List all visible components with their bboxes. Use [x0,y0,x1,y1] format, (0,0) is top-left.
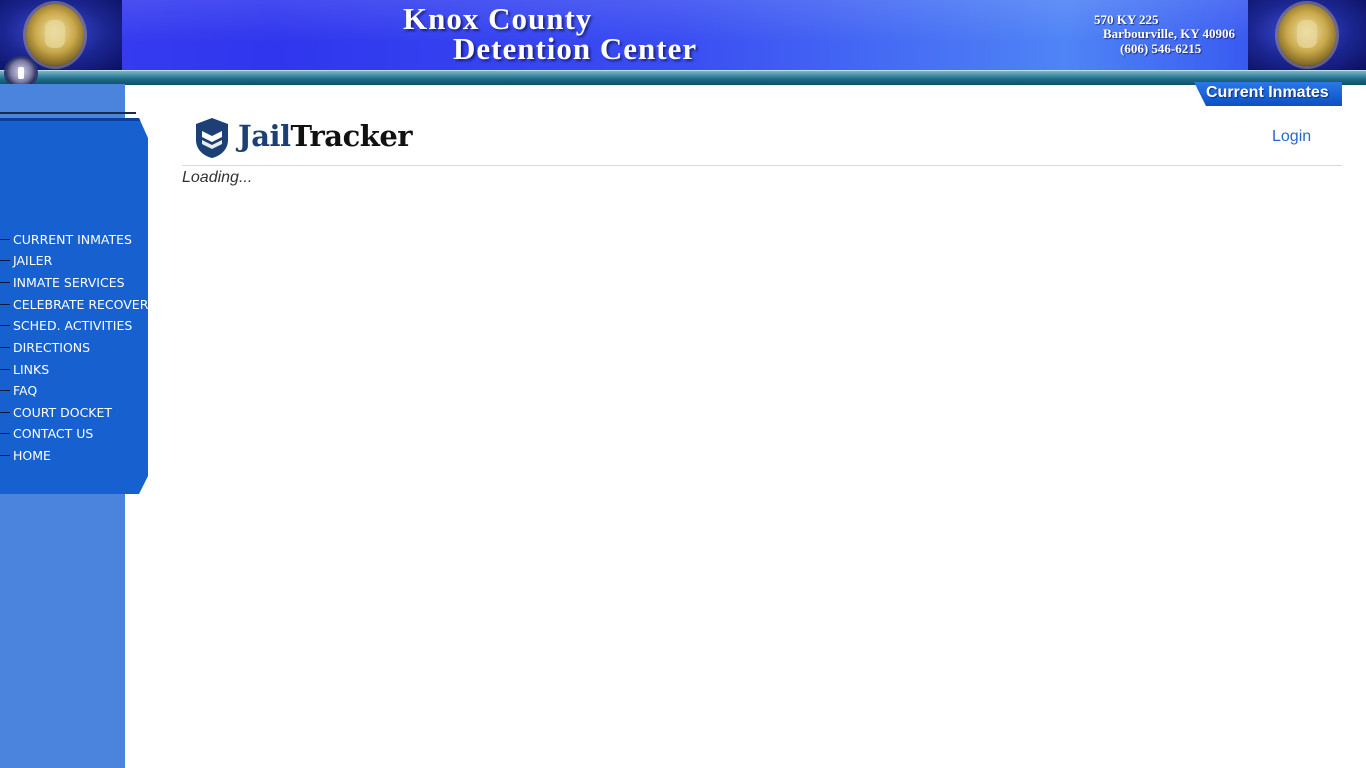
sidebar-item-contact-us[interactable]: CONTACT US [0,424,93,444]
logo-text-jail: Jail [238,119,291,153]
sidebar-item-court-docket[interactable]: COURT DOCKET [0,403,112,423]
header-divider-strip [0,70,1366,85]
sidebar-item-label: CELEBRATE RECOVERY [13,297,156,312]
sidebar-item-home[interactable]: HOME [0,446,51,466]
kentucky-seal-icon [1278,4,1336,66]
login-link[interactable]: Login [1272,128,1311,146]
sidebar-item-label: LINKS [13,362,50,377]
menu-tick-icon [0,390,10,391]
sidebar-item-directions[interactable]: DIRECTIONS [0,338,90,358]
sidebar-item-label: DIRECTIONS [13,340,91,355]
content-divider [182,165,1342,166]
sidebar-item-sched-activities[interactable]: SCHED. ACTIVITIES [0,316,132,336]
menu-tick-icon [0,282,10,283]
logo-text-tracker: Tracker [290,119,413,153]
sidebar-item-label: COURT DOCKET [13,405,113,420]
menu-tick-icon [0,239,10,240]
site-header-banner: Knox County Detention Center 570 KY 225 … [0,0,1366,70]
state-flag-right [1248,0,1366,70]
menu-tick-icon [0,455,10,456]
jailtracker-logo: JailTracker [196,118,436,160]
sidebar-item-jailer[interactable]: JAILER [0,251,52,271]
sidebar-item-label: FAQ [13,383,38,398]
sidebar-item-links[interactable]: LINKS [0,360,49,380]
sidebar-item-label: INMATE SERVICES [13,275,125,290]
menu-tick-icon [0,433,10,434]
jailtracker-wordmark: JailTracker [238,116,413,156]
page-tab-current-inmates: Current Inmates [1206,84,1329,101]
sidebar-item-label: JAILER [13,253,53,268]
sidebar-item-label: CONTACT US [13,426,94,441]
sidebar-item-label: HOME [13,448,51,463]
loading-status: Loading... [182,169,253,186]
menu-tick-icon [0,325,10,326]
menu-tick-icon [0,369,10,370]
sidebar-divider [0,112,136,114]
address-city: Barbourville, KY 40906 [1103,26,1236,41]
menu-tick-icon [0,260,10,261]
menu-tick-icon [0,304,10,305]
menu-tick-icon [0,347,10,348]
menu-tick-icon [0,412,10,413]
sidebar-item-faq[interactable]: FAQ [0,381,37,401]
sidebar-item-inmate-services[interactable]: INMATE SERVICES [0,273,125,293]
site-title-line2: Detention Center [453,31,698,66]
kentucky-seal-icon [26,4,84,66]
sidebar-item-celebrate-recovery[interactable]: CELEBRATE RECOVERY [0,295,155,315]
sidebar-item-label: SCHED. ACTIVITIES [13,318,133,333]
address-phone: (606) 546-6215 [1120,41,1202,56]
sidebar-item-current-inmates[interactable]: CURRENT INMATES [0,230,132,250]
jailtracker-shield-icon [196,118,228,158]
sidebar-item-label: CURRENT INMATES [13,232,132,247]
